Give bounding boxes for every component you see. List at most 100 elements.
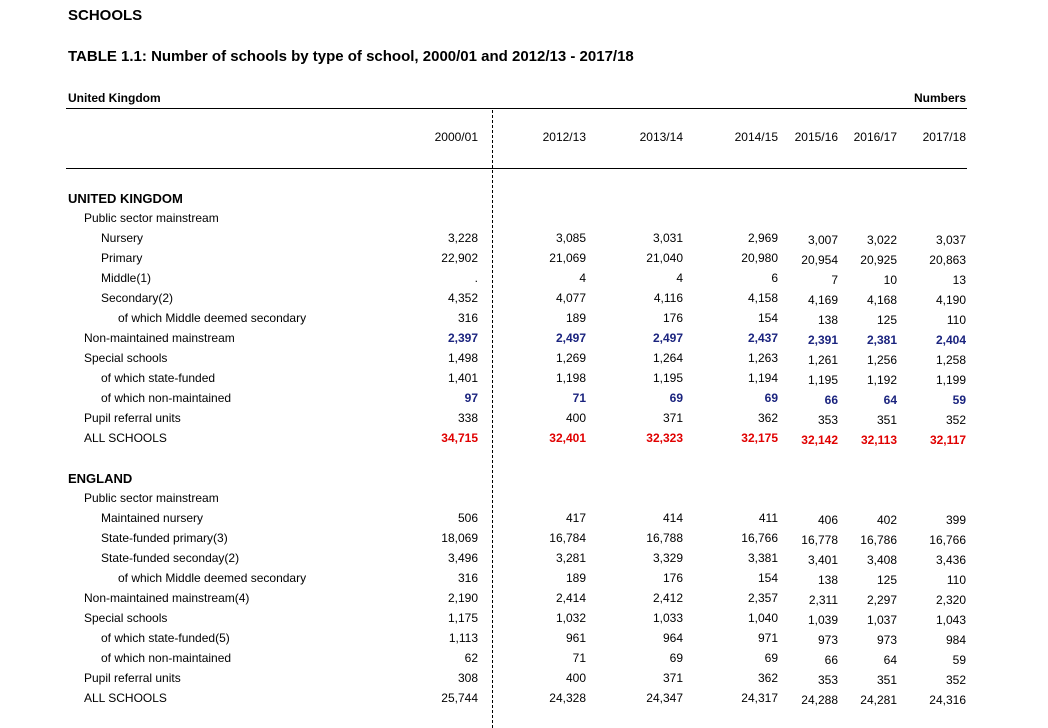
table-cell: 4,169: [807, 293, 838, 307]
table-cell: 69: [669, 651, 683, 665]
row-label: of which non-maintained: [101, 391, 232, 405]
table-cell: 1,198: [555, 371, 586, 385]
table-cell: 25,744: [441, 691, 478, 705]
table-cell: 338: [457, 411, 478, 425]
table-cell: 1,401: [447, 371, 478, 385]
table-cell: 1,113: [448, 631, 478, 645]
table-cell: 24,317: [741, 691, 778, 705]
table-cell: 24,288: [801, 693, 838, 707]
table-cell: 6: [771, 271, 778, 285]
table-cell: 24,281: [860, 693, 897, 707]
table-cell: 1,192: [866, 373, 897, 387]
table-cell: 3,408: [866, 553, 897, 567]
row-label: ALL SCHOOLS: [84, 691, 167, 705]
row-label: of which Middle deemed secondary: [118, 571, 307, 585]
table-cell: 110: [946, 573, 966, 587]
table-cell: 2,497: [652, 331, 683, 345]
table-cell: 1,175: [447, 611, 478, 625]
column-header-2014-15: 2014/15: [734, 130, 778, 144]
table-cell: 3,007: [807, 233, 838, 247]
table-cell: 16,778: [801, 533, 838, 547]
column-header-2016-17: 2016/17: [853, 130, 897, 144]
table-cell: 2,357: [747, 591, 778, 605]
table-cell: 20,980: [741, 251, 778, 265]
table-cell: 32,117: [929, 433, 966, 447]
table-cell: 362: [757, 411, 778, 425]
table-cell: 3,037: [935, 233, 966, 247]
table-cell: 406: [817, 513, 838, 527]
table-cell: 1,261: [807, 353, 838, 367]
table-cell: 22,902: [441, 251, 478, 265]
table-cell: 506: [457, 511, 478, 525]
table-cell: 71: [572, 651, 586, 665]
table-cell: 66: [824, 393, 838, 407]
table-cell: 4: [676, 271, 683, 285]
table-cell: 1,043: [935, 613, 966, 627]
table-cell: 16,784: [549, 531, 586, 545]
table-cell: 2,497: [555, 331, 586, 345]
table-title: TABLE 1.1: Number of schools by type of …: [68, 48, 634, 65]
table-cell: 34,715: [441, 431, 478, 445]
table-cell: 20,954: [801, 253, 838, 267]
row-label: Special schools: [84, 611, 168, 625]
row-label: Non-maintained mainstream(4): [84, 591, 250, 605]
table-cell: 20,925: [860, 253, 897, 267]
table-cell: 2,311: [808, 593, 838, 607]
table-cell: 1,498: [447, 351, 478, 365]
column-header-2017-18: 2017/18: [922, 130, 966, 144]
table-cell: 2,969: [747, 231, 778, 245]
table-cell: .: [474, 271, 478, 285]
column-header-2013-14: 2013/14: [639, 130, 683, 144]
table-cell: 961: [565, 631, 586, 645]
column-divider: [492, 110, 493, 728]
table-cell: 2,391: [807, 333, 838, 347]
table-cell: 1,037: [866, 613, 897, 627]
table-cell: 2,297: [866, 593, 897, 607]
row-label: Pupil referral units: [84, 411, 181, 425]
table-cell: 3,085: [555, 231, 586, 245]
header-bottom-rule: [66, 168, 967, 169]
table-cell: 2,414: [555, 591, 586, 605]
table-cell: 1,033: [652, 611, 683, 625]
table-cell: 411: [758, 511, 778, 525]
table-cell: 16,786: [860, 533, 897, 547]
row-label: Nursery: [101, 231, 144, 245]
table-cell: 316: [457, 571, 478, 585]
row-label: Special schools: [84, 351, 168, 365]
table-cell: 16,788: [646, 531, 683, 545]
table-cell: 352: [945, 413, 966, 427]
table-cell: 64: [883, 393, 897, 407]
table-cell: 3,329: [652, 551, 683, 565]
table-cell: 4,158: [747, 291, 778, 305]
table-cell: 353: [817, 673, 838, 687]
table-cell: 59: [952, 653, 966, 667]
table-cell: 4,077: [555, 291, 586, 305]
column-header-2015-16: 2015/16: [794, 130, 838, 144]
table-cell: 3,401: [807, 553, 838, 567]
table-cell: 13: [952, 273, 966, 287]
table-cell: 2,397: [447, 331, 478, 345]
table-cell: 64: [883, 653, 897, 667]
table-cell: 69: [764, 651, 778, 665]
row-label: State-funded primary(3): [101, 531, 228, 545]
row-label: of which non-maintained: [101, 651, 232, 665]
table-cell: 66: [824, 653, 838, 667]
table-cell: 371: [662, 411, 683, 425]
table-cell: 351: [876, 413, 897, 427]
table-cell: 971: [757, 631, 778, 645]
table-cell: 3,228: [447, 231, 478, 245]
table-cell: 62: [464, 651, 478, 665]
table-cell: 10: [883, 273, 897, 287]
row-label: State-funded seconday(2): [101, 551, 240, 565]
table-cell: 32,323: [646, 431, 683, 445]
table-cell: 32,175: [741, 431, 778, 445]
row-label: Primary: [101, 251, 143, 265]
table-cell: 2,190: [447, 591, 478, 605]
table-cell: 3,436: [935, 553, 966, 567]
table-cell: 24,316: [929, 693, 966, 707]
table-cell: 3,496: [447, 551, 478, 565]
table-cell: 32,142: [801, 433, 838, 447]
table-cell: 2,412: [652, 591, 683, 605]
table-cell: 4,168: [866, 293, 897, 307]
section-heading: ENGLAND: [68, 471, 133, 486]
